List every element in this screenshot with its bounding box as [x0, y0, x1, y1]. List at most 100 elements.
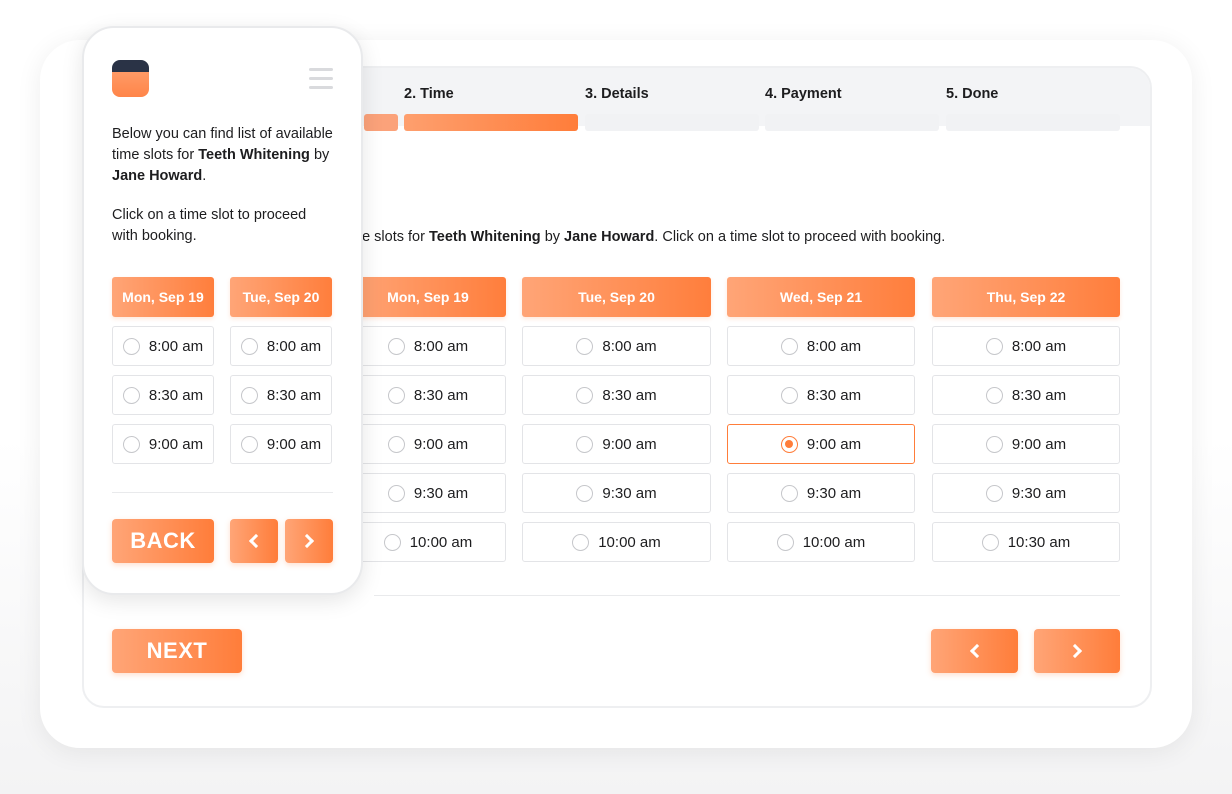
slot-time-label: 9:00 am	[806, 435, 862, 453]
time-slot[interactable]: 8:30 am	[727, 375, 915, 415]
radio-icon[interactable]	[387, 386, 405, 404]
radio-icon[interactable]	[780, 484, 798, 502]
step-label-done: 5. Done	[946, 86, 999, 102]
slot-time-label: 10:00 am	[598, 533, 661, 551]
radio-icon[interactable]	[780, 435, 798, 453]
time-slot[interactable]: 8:30 am	[350, 375, 506, 415]
radio-icon[interactable]	[387, 337, 405, 355]
time-slot[interactable]: 9:00 am	[932, 424, 1120, 464]
mobile-intro-service: Teeth Whitening	[198, 147, 310, 163]
mobile-intro-end: .	[202, 168, 207, 184]
radio-icon[interactable]	[576, 435, 594, 453]
slot-time-label: 8:30 am	[148, 386, 204, 404]
time-slot[interactable]: 9:30 am	[727, 473, 915, 513]
radio-icon[interactable]	[576, 386, 594, 404]
radio-icon[interactable]	[383, 533, 401, 551]
slot-time-label: 10:30 am	[1007, 533, 1071, 551]
time-slot[interactable]: 10:00 am	[350, 522, 506, 562]
slot-time-label: 9:30 am	[806, 484, 862, 502]
radio-icon[interactable]	[240, 386, 258, 404]
time-slot[interactable]: 8:00 am	[932, 326, 1120, 366]
prev-page-button[interactable]	[931, 629, 1018, 673]
time-slot[interactable]: 8:00 am	[522, 326, 711, 366]
mobile-time-slot[interactable]: 8:30 am	[230, 375, 332, 415]
mobile-intro-staff: Jane Howard	[112, 168, 203, 184]
slot-time-label: 8:30 am	[413, 386, 469, 404]
mobile-time-slot[interactable]: 9:00 am	[112, 424, 214, 464]
mobile-time-slot[interactable]: 8:00 am	[230, 326, 332, 366]
intro-by: by	[540, 229, 565, 245]
radio-icon[interactable]	[981, 533, 999, 551]
time-slot[interactable]: 8:00 am	[727, 326, 915, 366]
radio-icon[interactable]	[122, 337, 140, 355]
radio-icon[interactable]	[780, 386, 798, 404]
time-slot[interactable]: 10:30 am	[932, 522, 1120, 562]
mobile-day-header: Tue, Sep 20	[230, 277, 332, 317]
slot-time-label: 9:00 am	[148, 435, 204, 453]
step-bar-previous	[364, 114, 398, 131]
step-bar-details	[585, 114, 759, 131]
time-slot[interactable]: 8:00 am	[350, 326, 506, 366]
mobile-intro-text: Below you can find list of available tim…	[112, 124, 337, 187]
next-page-button[interactable]	[1034, 629, 1120, 673]
slot-time-label: 10:00 am	[409, 533, 473, 551]
radio-icon[interactable]	[776, 533, 794, 551]
radio-icon[interactable]	[780, 337, 798, 355]
time-slot[interactable]: 9:00 am	[522, 424, 711, 464]
time-slot[interactable]: 9:30 am	[932, 473, 1120, 513]
time-slot[interactable]: 9:30 am	[522, 473, 711, 513]
slot-time-label: 8:30 am	[266, 386, 322, 404]
mobile-day-header: Mon, Sep 19	[112, 277, 214, 317]
intro-suffix: . Click on a time slot to proceed with b…	[654, 229, 946, 245]
chevron-right-icon	[1067, 643, 1083, 659]
time-slot[interactable]: 8:30 am	[932, 375, 1120, 415]
radio-icon[interactable]	[240, 337, 258, 355]
step-bar-time	[404, 114, 578, 131]
next-button[interactable]: NEXT	[112, 629, 242, 673]
intro-staff: Jane Howard	[564, 229, 655, 245]
mobile-time-slot[interactable]: 8:00 am	[112, 326, 214, 366]
slot-time-label: 8:00 am	[413, 337, 469, 355]
radio-icon[interactable]	[985, 386, 1003, 404]
mobile-time-slot[interactable]: 9:00 am	[230, 424, 332, 464]
mobile-divider	[112, 492, 333, 493]
radio-icon[interactable]	[122, 386, 140, 404]
time-slot[interactable]: 9:00 am	[350, 424, 506, 464]
day-header: Tue, Sep 20	[522, 277, 711, 317]
slot-time-label: 9:00 am	[1011, 435, 1067, 453]
slot-time-label: 10:00 am	[802, 533, 866, 551]
slot-time-label: 8:00 am	[806, 337, 862, 355]
slot-time-label: 8:00 am	[148, 337, 204, 355]
radio-icon[interactable]	[985, 337, 1003, 355]
hamburger-menu-icon[interactable]	[309, 68, 333, 95]
step-bar-payment	[765, 114, 939, 131]
radio-icon[interactable]	[985, 484, 1003, 502]
time-slot[interactable]: 9:00 am	[727, 424, 915, 464]
time-slot[interactable]: 10:00 am	[522, 522, 711, 562]
radio-icon[interactable]	[572, 533, 590, 551]
time-slot[interactable]: 9:30 am	[350, 473, 506, 513]
radio-icon[interactable]	[387, 484, 405, 502]
radio-icon[interactable]	[576, 484, 594, 502]
radio-icon[interactable]	[985, 435, 1003, 453]
radio-icon[interactable]	[122, 435, 140, 453]
mobile-intro-by: by	[309, 147, 330, 163]
mobile-instruction: Click on a time slot to proceed with boo…	[112, 207, 307, 244]
mobile-time-slot[interactable]: 8:30 am	[112, 375, 214, 415]
time-slot[interactable]: 8:30 am	[522, 375, 711, 415]
mobile-next-button[interactable]	[285, 519, 333, 563]
radio-icon[interactable]	[240, 435, 258, 453]
back-button[interactable]: BACK	[112, 519, 214, 563]
slot-time-label: 9:00 am	[413, 435, 469, 453]
radio-icon[interactable]	[576, 337, 594, 355]
slot-time-label: 9:30 am	[413, 484, 469, 502]
slot-time-label: 8:30 am	[602, 386, 657, 404]
slot-time-label: 9:00 am	[266, 435, 322, 453]
radio-icon[interactable]	[387, 435, 405, 453]
slot-time-label: 8:30 am	[806, 386, 862, 404]
slot-time-label: 9:30 am	[602, 484, 657, 502]
intro-text: me slots for Teeth Whitening by Jane How…	[350, 229, 945, 245]
time-slot[interactable]: 10:00 am	[727, 522, 915, 562]
intro-service: Teeth Whitening	[428, 229, 541, 245]
mobile-prev-button[interactable]	[230, 519, 278, 563]
